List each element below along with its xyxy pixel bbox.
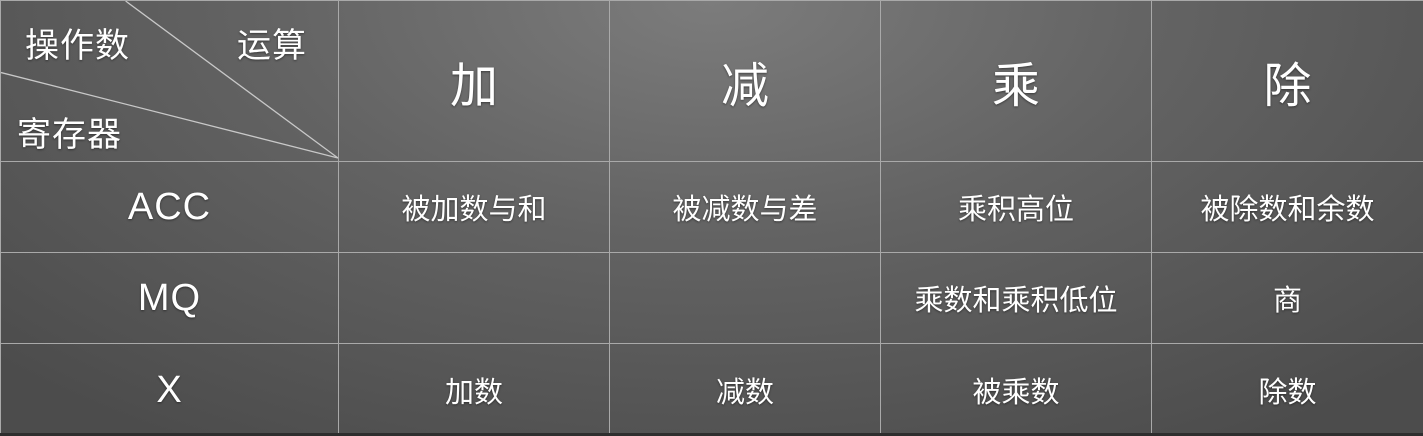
operation-header-multiply: 乘 xyxy=(880,0,1152,162)
table-cell xyxy=(609,252,881,344)
table-cell: 乘数和乘积低位 xyxy=(880,252,1152,344)
register-operation-table: 操作数 运算 寄存器 加 减 乘 除 ACC 被加数与和 被减数与差 乘积高位 … xyxy=(0,0,1423,436)
operand-label: 操作数 xyxy=(25,26,130,66)
corner-header-cell: 操作数 运算 寄存器 xyxy=(0,0,339,162)
table-cell: 加数 xyxy=(338,343,610,436)
table-cell xyxy=(338,252,610,344)
table-cell: 被乘数 xyxy=(880,343,1152,436)
table-cell: 商 xyxy=(1151,252,1423,344)
operation-header-subtract: 减 xyxy=(609,0,881,162)
table-row-acc: ACC 被加数与和 被减数与差 乘积高位 被除数和余数 xyxy=(0,161,1423,253)
table-cell: 被减数与差 xyxy=(609,161,881,253)
table-cell: 减数 xyxy=(609,343,881,436)
table-cell: 乘积高位 xyxy=(880,161,1152,253)
table-row-mq: MQ 乘数和乘积低位 商 xyxy=(0,252,1423,344)
table-row-x: X 加数 减数 被乘数 除数 xyxy=(0,343,1423,436)
register-name-x: X xyxy=(0,343,339,436)
table-cell: 被除数和余数 xyxy=(1151,161,1423,253)
register-name-acc: ACC xyxy=(0,161,339,253)
table-cell: 被加数与和 xyxy=(338,161,610,253)
header-row: 操作数 运算 寄存器 加 减 乘 除 xyxy=(0,0,1423,162)
operation-header-add: 加 xyxy=(338,0,610,162)
table-cell: 除数 xyxy=(1151,343,1423,436)
operation-header-divide: 除 xyxy=(1151,0,1423,162)
register-name-mq: MQ xyxy=(0,252,339,344)
register-label: 寄存器 xyxy=(17,115,122,155)
slide: 操作数 运算 寄存器 加 减 乘 除 ACC 被加数与和 被减数与差 乘积高位 … xyxy=(0,0,1423,436)
operation-label: 运算 xyxy=(237,26,307,66)
